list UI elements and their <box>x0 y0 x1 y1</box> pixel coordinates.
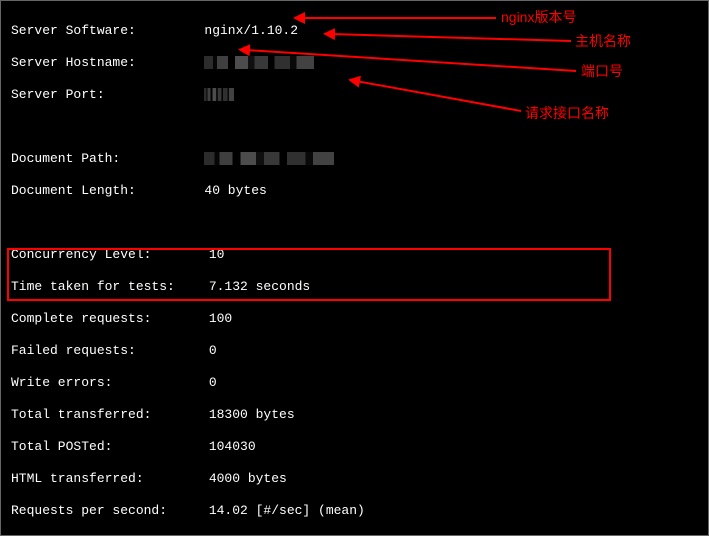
label: Total transferred: <box>11 407 201 423</box>
label: Time taken for tests: <box>11 279 201 295</box>
terminal-output: Server Software: nginx/1.10.2 Server Hos… <box>1 1 708 536</box>
value: 40 bytes <box>204 183 266 198</box>
label: Requests per second: <box>11 503 201 519</box>
label: Total POSTed: <box>11 439 201 455</box>
blank-line <box>11 215 704 231</box>
kv-failed: Failed requests: 0 <box>11 343 704 359</box>
redacted-path <box>204 152 334 165</box>
label: Concurrency Level: <box>11 247 201 263</box>
value-server-software: nginx/1.10.2 <box>204 23 298 38</box>
label: Server Hostname: <box>11 55 181 71</box>
redacted-port <box>204 88 234 101</box>
value: 4000 bytes <box>209 471 287 486</box>
annotation-doc-path: 请求接口名称 <box>525 105 609 121</box>
label: HTML transferred: <box>11 471 201 487</box>
value: 14.02 [#/sec] (mean) <box>209 503 365 518</box>
label: Server Port: <box>11 87 181 103</box>
label: Document Path: <box>11 151 181 167</box>
label: Document Length: <box>11 183 181 199</box>
label: Failed requests: <box>11 343 201 359</box>
value: 10 <box>209 247 225 262</box>
kv-concurrency: Concurrency Level: 10 <box>11 247 704 263</box>
annotation-port: 端口号 <box>581 63 623 79</box>
value: 0 <box>209 343 217 358</box>
kv-total-transferred: Total transferred: 18300 bytes <box>11 407 704 423</box>
annotation-hostname: 主机名称 <box>575 33 631 49</box>
value: 7.132 seconds <box>209 279 310 294</box>
kv-server-port: Server Port: <box>11 87 704 103</box>
annotation-nginx-version: nginx版本号 <box>501 9 576 25</box>
kv-doc-path: Document Path: <box>11 151 704 167</box>
value: 0 <box>209 375 217 390</box>
kv-total-posted: Total POSTed: 104030 <box>11 439 704 455</box>
blank-line <box>11 119 704 135</box>
label: Write errors: <box>11 375 201 391</box>
label: Complete requests: <box>11 311 201 327</box>
value: 18300 bytes <box>209 407 295 422</box>
label: Server Software: <box>11 23 181 39</box>
value: 100 <box>209 311 232 326</box>
kv-doc-length: Document Length: 40 bytes <box>11 183 704 199</box>
redacted-hostname <box>204 56 314 69</box>
kv-html-transferred: HTML transferred: 4000 bytes <box>11 471 704 487</box>
kv-time-taken: Time taken for tests: 7.132 seconds <box>11 279 704 295</box>
kv-complete: Complete requests: 100 <box>11 311 704 327</box>
kv-requests-per-second: Requests per second: 14.02 [#/sec] (mean… <box>11 503 704 519</box>
value: 104030 <box>209 439 256 454</box>
kv-write-errors: Write errors: 0 <box>11 375 704 391</box>
